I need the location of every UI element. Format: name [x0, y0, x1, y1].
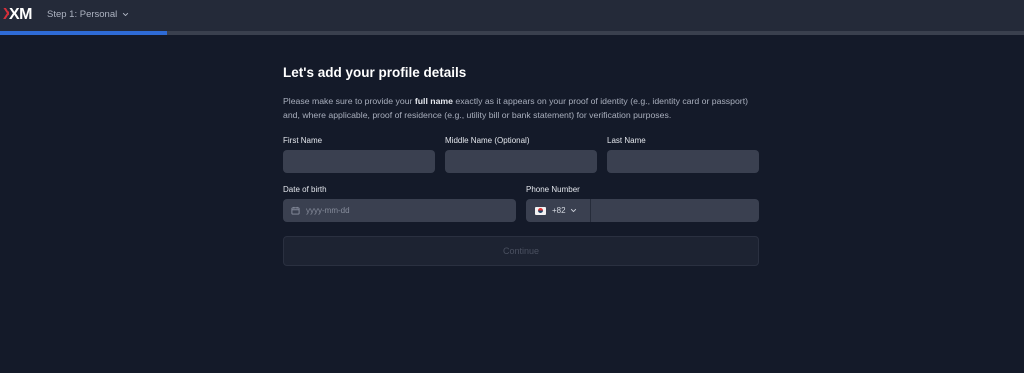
calendar-icon [291, 206, 300, 215]
dob-input[interactable]: yyyy-mm-dd [283, 199, 516, 222]
profile-form: Let's add your profile details Please ma… [283, 64, 759, 266]
dob-label: Date of birth [283, 185, 327, 194]
phone-input-group: +82 [526, 199, 759, 222]
logo-text: XM [9, 6, 33, 23]
last-name-field: Last Name [607, 136, 759, 173]
xm-logo[interactable]: X XM [3, 6, 33, 23]
last-name-input[interactable] [607, 150, 759, 173]
progress-fill [0, 31, 167, 35]
chevron-down-icon [570, 208, 576, 213]
middle-name-input[interactable] [445, 150, 597, 173]
page-title: Let's add your profile details [283, 65, 467, 80]
first-name-field: First Name [283, 136, 435, 173]
country-code: +82 [552, 206, 566, 215]
middle-name-field: Middle Name (Optional) [445, 136, 597, 173]
kr-flag-icon [535, 206, 546, 215]
step-label: Step 1: Personal [47, 9, 118, 20]
form-description: Please make sure to provide your full na… [283, 94, 759, 122]
description-text: Please make sure to provide your [283, 96, 415, 106]
first-name-input[interactable] [283, 150, 435, 173]
first-name-label: First Name [283, 136, 323, 145]
last-name-label: Last Name [607, 136, 646, 145]
phone-number-input[interactable] [591, 199, 759, 222]
step-dropdown[interactable]: Step 1: Personal [47, 9, 129, 20]
progress-bar [0, 31, 1024, 35]
country-code-select[interactable]: +82 [526, 199, 591, 222]
dob-field: Date of birth yyyy-mm-dd [283, 185, 516, 222]
top-bar: X XM Step 1: Personal [0, 0, 1024, 31]
phone-field: Phone Number +82 [526, 185, 759, 222]
middle-name-label: Middle Name (Optional) [445, 136, 530, 145]
dob-placeholder: yyyy-mm-dd [306, 206, 350, 215]
phone-label: Phone Number [526, 185, 580, 194]
chevron-down-icon [123, 12, 129, 17]
description-bold: full name [414, 96, 453, 106]
continue-button[interactable]: Continue [283, 236, 759, 266]
